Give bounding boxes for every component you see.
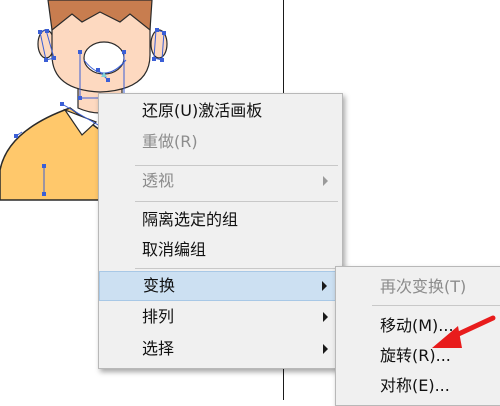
submenu-arrow-icon — [322, 281, 327, 291]
menu-item-label: 再次变换(T) — [380, 277, 467, 296]
menu-item-select[interactable]: 选择 — [99, 334, 342, 364]
menu-item-label: 隔离选定的组 — [142, 210, 239, 229]
mouth-shape[interactable] — [83, 41, 125, 75]
submenu-item-move[interactable]: 移动(M)... — [336, 311, 500, 341]
menu-item-perspective: 透视 — [99, 166, 342, 196]
menu-item-ungroup[interactable]: 取消编组 — [99, 235, 342, 265]
menu-item-isolate-group[interactable]: 隔离选定的组 — [99, 205, 342, 235]
submenu-arrow-icon — [323, 312, 328, 322]
submenu-item-transform-again: 再次变换(T) — [336, 272, 500, 302]
submenu-item-reflect[interactable]: 对称(E)... — [336, 371, 500, 401]
menu-item-label: 变换 — [143, 276, 176, 295]
menu-item-label: 旋转(R)... — [380, 346, 451, 365]
menu-item-label: 排列 — [142, 307, 175, 326]
transform-submenu: 再次变换(T) 移动(M)... 旋转(R)... 对称(E)... — [335, 266, 500, 406]
context-menu: 还原(U)激活画板 重做(R) 透视 隔离选定的组 取消编组 变换 排列 选择 — [98, 93, 343, 369]
menu-separator — [135, 268, 338, 269]
menu-item-label: 重做(R) — [142, 132, 198, 151]
menu-item-transform[interactable]: 变换 — [99, 271, 342, 301]
submenu-item-rotate[interactable]: 旋转(R)... — [336, 341, 500, 371]
menu-item-label: 选择 — [142, 339, 175, 358]
menu-separator — [135, 201, 338, 202]
menu-item-undo[interactable]: 还原(U)激活画板 — [99, 96, 342, 126]
menu-item-label: 对称(E)... — [380, 376, 450, 395]
menu-item-arrange[interactable]: 排列 — [99, 302, 342, 332]
menu-item-label: 移动(M)... — [380, 316, 454, 335]
menu-separator — [372, 305, 500, 306]
menu-item-label: 还原(U)激活画板 — [142, 101, 263, 120]
menu-item-label: 取消编组 — [142, 240, 207, 259]
menu-item-label: 透视 — [142, 171, 175, 190]
submenu-arrow-icon — [323, 176, 328, 186]
submenu-arrow-icon — [323, 344, 328, 354]
menu-item-redo: 重做(R) — [99, 127, 342, 157]
